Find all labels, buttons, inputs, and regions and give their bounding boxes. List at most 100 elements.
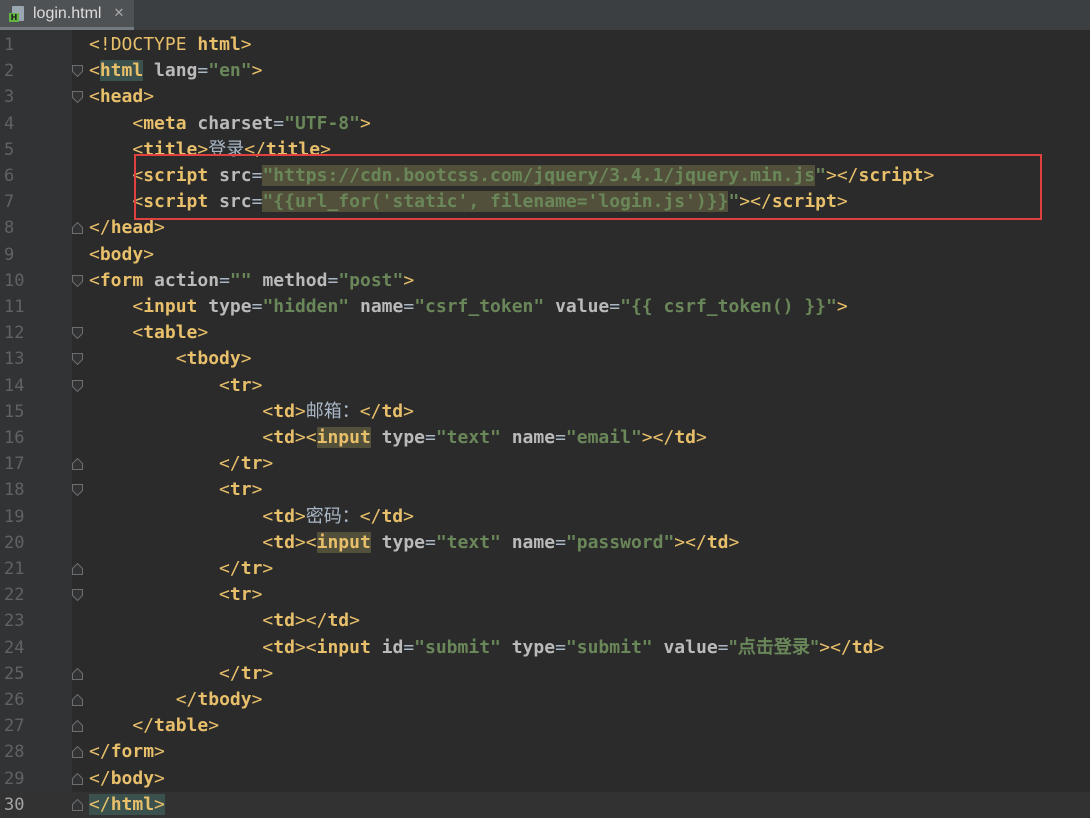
highlight-box (134, 154, 1042, 220)
code-line[interactable]: 18 <tr> (0, 477, 1090, 503)
fold-close-icon[interactable] (72, 720, 83, 733)
code-line[interactable]: 17 </tr> (0, 451, 1090, 477)
code-line[interactable]: 14 <tr> (0, 373, 1090, 399)
code-line[interactable]: 24 <td><input id="submit" type="submit" … (0, 635, 1090, 661)
code-line[interactable]: 27 </table> (0, 713, 1090, 739)
fold-close-icon[interactable] (72, 458, 83, 471)
tab-login-html[interactable]: H login.html ✕ (0, 0, 134, 30)
code-line[interactable]: 28 </form> (0, 739, 1090, 765)
code-line[interactable]: 11 <input type="hidden" name="csrf_token… (0, 294, 1090, 320)
line-number: 10 (4, 270, 25, 291)
line-number: 11 (4, 297, 25, 317)
code-token: td (327, 610, 350, 632)
code-token: action (154, 269, 220, 291)
code-token: = (219, 269, 230, 291)
fold-open-icon[interactable] (72, 327, 83, 340)
fold-open-icon[interactable] (72, 589, 83, 602)
code-token: "text" (435, 427, 501, 448)
code-token: > (154, 767, 165, 789)
code-token: </ (830, 636, 852, 658)
code-token: "{{ csrf_token() }}" (620, 296, 837, 317)
code-token: html (110, 793, 155, 815)
code-token: > (728, 531, 740, 553)
code-token: = (555, 636, 566, 658)
fold-close-icon[interactable] (72, 694, 83, 706)
code-token: > (154, 793, 165, 815)
code-editor[interactable]: 1 <!DOCTYPE html> 2 <html lang="en"> 3 <head>… (0, 30, 1090, 818)
fold-open-icon[interactable] (72, 353, 83, 366)
fold-open-icon[interactable] (72, 274, 83, 287)
code-token: < (132, 322, 144, 344)
code-token: body (110, 767, 155, 789)
fold-close-icon[interactable] (72, 667, 83, 680)
code-token: > (143, 243, 155, 265)
code-token: head (99, 86, 144, 108)
code-token: value (555, 296, 610, 317)
code-text: <td>邮箱：</td> (89, 399, 414, 425)
code-token: > (836, 296, 848, 317)
code-token: "email" (565, 427, 642, 448)
fold-close-icon[interactable] (72, 563, 83, 575)
code-token: input (316, 636, 371, 658)
code-text: <td>密码：</td> (89, 504, 414, 530)
code-token: > (251, 479, 263, 501)
fold-close-icon[interactable] (72, 222, 83, 235)
code-line[interactable]: 3 <head> (0, 84, 1090, 110)
code-token: </ (89, 217, 111, 239)
line-number: 6 (4, 166, 15, 186)
code-line[interactable]: 16 <td><input type="text" name="email"><… (0, 425, 1090, 451)
code-line[interactable]: 30 </html> (0, 792, 1090, 818)
code-line[interactable]: 19 <td>密码：</td> (0, 504, 1090, 530)
code-line[interactable]: 26 </tbody> (0, 687, 1090, 713)
code-line[interactable]: 15 <td>邮箱：</td> (0, 399, 1090, 425)
code-token: < (89, 86, 100, 108)
code-line[interactable]: 13 <tbody> (0, 346, 1090, 372)
code-line[interactable]: 12 <table> (0, 320, 1090, 346)
code-token: = (403, 636, 415, 658)
fold-open-icon[interactable] (72, 91, 83, 104)
code-text: <td><input type="text" name="password"><… (89, 530, 739, 556)
code-line[interactable]: 22 <tr> (0, 582, 1090, 608)
code-line[interactable]: 9 <body> (0, 242, 1090, 268)
code-token: "text" (435, 531, 501, 553)
fold-close-icon[interactable] (72, 798, 83, 811)
close-icon[interactable]: ✕ (113, 6, 124, 21)
line-number: 21 (4, 559, 25, 579)
code-token: input (316, 531, 371, 553)
code-line[interactable]: 25 </tr> (0, 661, 1090, 687)
code-line[interactable]: 1 <!DOCTYPE html> (0, 32, 1090, 58)
fold-open-icon[interactable] (72, 484, 83, 497)
code-token: = (197, 60, 209, 82)
line-number: 12 (4, 323, 25, 344)
code-line[interactable]: 29 </body> (0, 766, 1090, 792)
code-text: </form> (89, 739, 165, 765)
code-line[interactable]: 2 <html lang="en"> (0, 58, 1090, 84)
fold-open-icon[interactable] (72, 65, 83, 78)
code-token: meta (143, 112, 187, 134)
code-token: td (273, 610, 295, 632)
code-text: <tr> (89, 477, 262, 503)
code-line[interactable]: 21 </tr> (0, 556, 1090, 582)
code-token: < (175, 348, 187, 370)
code-line[interactable]: 23 <td></td> (0, 608, 1090, 634)
line-number: 3 (4, 87, 15, 108)
line-number: 29 (4, 768, 25, 789)
code-token: td (273, 427, 295, 448)
code-token: input (316, 427, 371, 448)
code-line[interactable]: 4 <meta charset="UTF-8"> (0, 111, 1090, 137)
fold-open-icon[interactable] (72, 379, 83, 392)
fold-close-icon[interactable] (72, 772, 83, 785)
code-token: </ (685, 531, 707, 553)
code-text: <td></td> (89, 608, 360, 634)
tab-label: login.html (33, 4, 102, 22)
code-line[interactable]: 10 <form action="" method="post"> (0, 268, 1090, 294)
fold-close-icon[interactable] (72, 746, 83, 759)
code-token: value (663, 636, 718, 658)
code-line[interactable]: 20 <td><input type="text" name="password… (0, 530, 1090, 556)
